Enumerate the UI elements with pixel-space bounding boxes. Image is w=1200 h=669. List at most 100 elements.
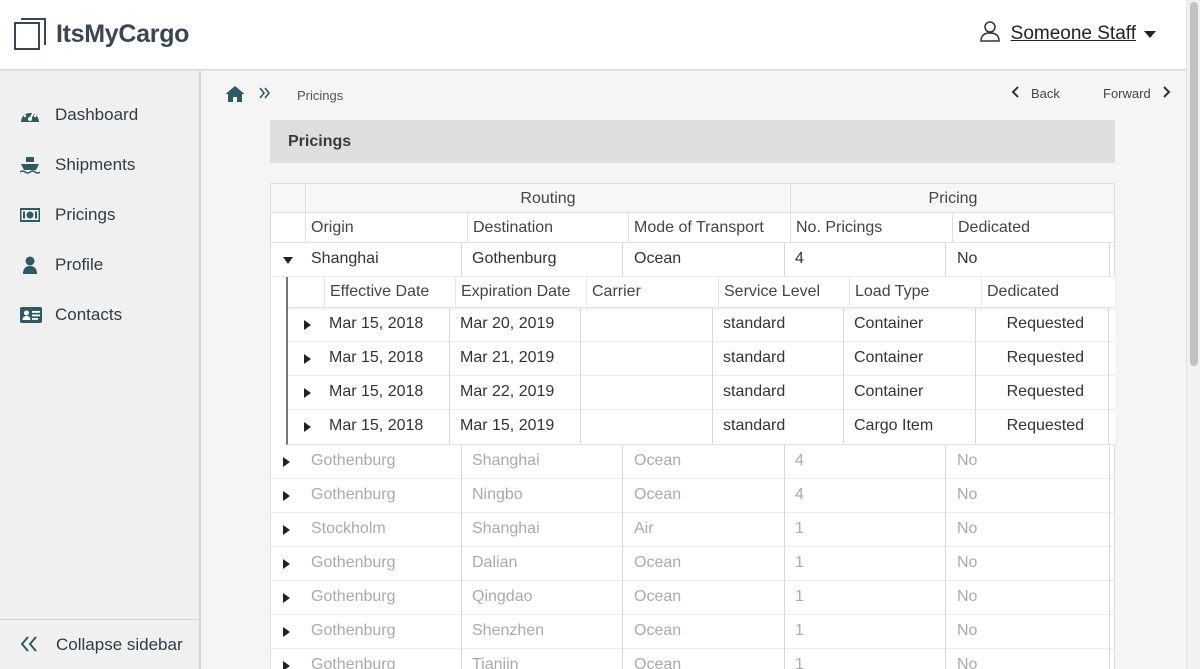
user-icon	[979, 20, 1001, 47]
subcolumn-header-load[interactable]: Load Type	[849, 277, 981, 308]
subcell-carrier	[586, 342, 713, 376]
expand-row-caret-icon[interactable]	[283, 593, 290, 603]
collapse-row-caret-icon[interactable]	[283, 257, 293, 264]
subcolumn-header-effective[interactable]: Effective Date	[324, 277, 455, 308]
sidebar-item-contacts[interactable]: Contacts	[0, 295, 199, 335]
cell-dedicated: No	[952, 445, 1110, 479]
sidebar-item-profile[interactable]: Profile	[0, 245, 199, 285]
table-row[interactable]: Gothenburg Shenzhen Ocean 1 No	[271, 615, 1114, 649]
expand-row-caret-icon[interactable]	[304, 320, 311, 330]
logo[interactable]: ItsMyCargo	[14, 18, 189, 50]
app-name: ItsMyCargo	[56, 19, 190, 48]
chevron-down-icon[interactable]	[1144, 31, 1156, 38]
table-row[interactable]: Stockholm Shanghai Air 1 No	[271, 513, 1114, 547]
sidebar-item-pricings[interactable]: Pricings	[0, 195, 199, 235]
cell-origin: Gothenburg	[306, 615, 462, 649]
expand-row-caret-icon[interactable]	[304, 388, 311, 398]
subcell-dedicated: Requested	[981, 410, 1109, 444]
column-header-dedicated[interactable]: Dedicated	[952, 213, 1115, 243]
sidebar: Dashboard Shipments Pricings Profile Con…	[0, 71, 201, 669]
subcell-load: Container	[849, 376, 976, 410]
expand-row-caret-icon[interactable]	[283, 457, 290, 467]
subcolumn-header-service[interactable]: Service Level	[718, 277, 849, 308]
chevron-right-icon	[1161, 86, 1171, 101]
column-header-count[interactable]: No. Pricings	[790, 213, 952, 243]
expand-row-caret-icon[interactable]	[283, 627, 290, 637]
column-header-mode[interactable]: Mode of Transport	[628, 213, 790, 243]
collapse-sidebar-button[interactable]: Collapse sidebar	[0, 619, 199, 669]
home-icon[interactable]	[225, 85, 245, 103]
table-row[interactable]: Shanghai Gothenburg Ocean 4 No	[271, 243, 1114, 277]
expand-row-caret-icon[interactable]	[283, 491, 290, 501]
subcell-carrier	[586, 410, 713, 444]
subcell-load: Container	[849, 308, 976, 342]
cell-dedicated: No	[952, 581, 1110, 615]
subcell-effective: Mar 15, 2018	[324, 308, 450, 342]
sidebar-item-shipments[interactable]: Shipments	[0, 145, 199, 185]
cell-destination: Gothenburg	[467, 243, 623, 277]
pricings-table: Routing Pricing Origin Destination Mode …	[270, 183, 1115, 669]
subcell-dedicated: Requested	[981, 376, 1109, 410]
cell-mode: Ocean	[629, 445, 785, 479]
expand-row-caret-icon[interactable]	[304, 354, 311, 364]
table-row[interactable]: Gothenburg Dalian Ocean 1 No	[271, 547, 1114, 581]
subcell-service: standard	[718, 410, 844, 444]
cell-count: 1	[790, 615, 946, 649]
subcolumn-header-dedicated[interactable]: Dedicated	[981, 277, 1115, 308]
cell-origin: Shanghai	[306, 243, 462, 277]
column-header-origin[interactable]: Origin	[305, 213, 467, 243]
expand-row-caret-icon[interactable]	[283, 525, 290, 535]
subcell-carrier	[586, 308, 713, 342]
double-chevron-right-icon	[258, 86, 272, 105]
subtable-row[interactable]: Mar 15, 2018 Mar 20, 2019 standard Conta…	[288, 308, 1115, 342]
main-content: Pricings Back Forward Pricings Routing P…	[203, 71, 1186, 669]
collapse-sidebar-label: Collapse sidebar	[56, 634, 183, 654]
dashboard-icon	[20, 106, 40, 124]
cell-origin: Gothenburg	[306, 445, 462, 479]
breadcrumb-current[interactable]: Pricings	[297, 88, 343, 103]
group-header-pricing: Pricing	[790, 184, 1115, 213]
table-row[interactable]: Gothenburg Shanghai Ocean 4 No	[271, 445, 1114, 479]
table-group-header: Routing Pricing	[271, 184, 1114, 213]
cell-origin: Gothenburg	[306, 479, 462, 513]
cell-dedicated: No	[952, 547, 1110, 581]
table-row[interactable]: Gothenburg Ningbo Ocean 4 No	[271, 479, 1114, 513]
expand-row-caret-icon[interactable]	[304, 422, 311, 432]
user-menu[interactable]: Someone Staff	[979, 20, 1156, 47]
table-header: Origin Destination Mode of Transport No.…	[271, 213, 1114, 243]
cell-mode: Ocean	[629, 615, 785, 649]
table-row[interactable]: Gothenburg Tianjin Ocean 1 No	[271, 649, 1114, 669]
money-icon	[19, 206, 41, 224]
cell-mode: Ocean	[629, 243, 785, 277]
double-chevron-left-icon	[20, 636, 38, 657]
forward-button[interactable]: Forward	[1103, 86, 1171, 101]
subcell-service: standard	[718, 342, 844, 376]
sidebar-item-dashboard[interactable]: Dashboard	[0, 95, 199, 135]
pricing-subtable: Effective Date Expiration Date Carrier S…	[286, 277, 1115, 445]
subcolumn-header-carrier[interactable]: Carrier	[586, 277, 718, 308]
cell-origin: Gothenburg	[306, 547, 462, 581]
subtable-row[interactable]: Mar 15, 2018 Mar 21, 2019 standard Conta…	[288, 342, 1115, 376]
cell-origin: Gothenburg	[306, 649, 462, 669]
cell-mode: Air	[629, 513, 785, 547]
cell-destination: Shanghai	[467, 445, 623, 479]
expand-row-caret-icon[interactable]	[283, 661, 290, 669]
ship-icon	[19, 156, 41, 174]
subcolumn-header-expiration[interactable]: Expiration Date	[455, 277, 586, 308]
subtable-row[interactable]: Mar 15, 2018 Mar 22, 2019 standard Conta…	[288, 376, 1115, 410]
table-row[interactable]: Gothenburg Qingdao Ocean 1 No	[271, 581, 1114, 615]
back-button[interactable]: Back	[1011, 86, 1060, 101]
subtable-row[interactable]: Mar 15, 2018 Mar 15, 2019 standard Cargo…	[288, 410, 1115, 444]
user-name[interactable]: Someone Staff	[1011, 23, 1136, 45]
scrollbar-thumb[interactable]	[1190, 2, 1198, 366]
logo-icon	[14, 18, 46, 50]
cell-count: 1	[790, 547, 946, 581]
column-header-destination[interactable]: Destination	[467, 213, 628, 243]
contact-card-icon	[20, 306, 42, 324]
expand-row-caret-icon[interactable]	[283, 559, 290, 569]
page-scrollbar[interactable]	[1186, 0, 1200, 669]
subtable-header: Effective Date Expiration Date Carrier S…	[288, 277, 1115, 308]
sidebar-item-label: Contacts	[55, 305, 123, 324]
cell-count: 1	[790, 513, 946, 547]
cell-destination: Shanghai	[467, 513, 623, 547]
